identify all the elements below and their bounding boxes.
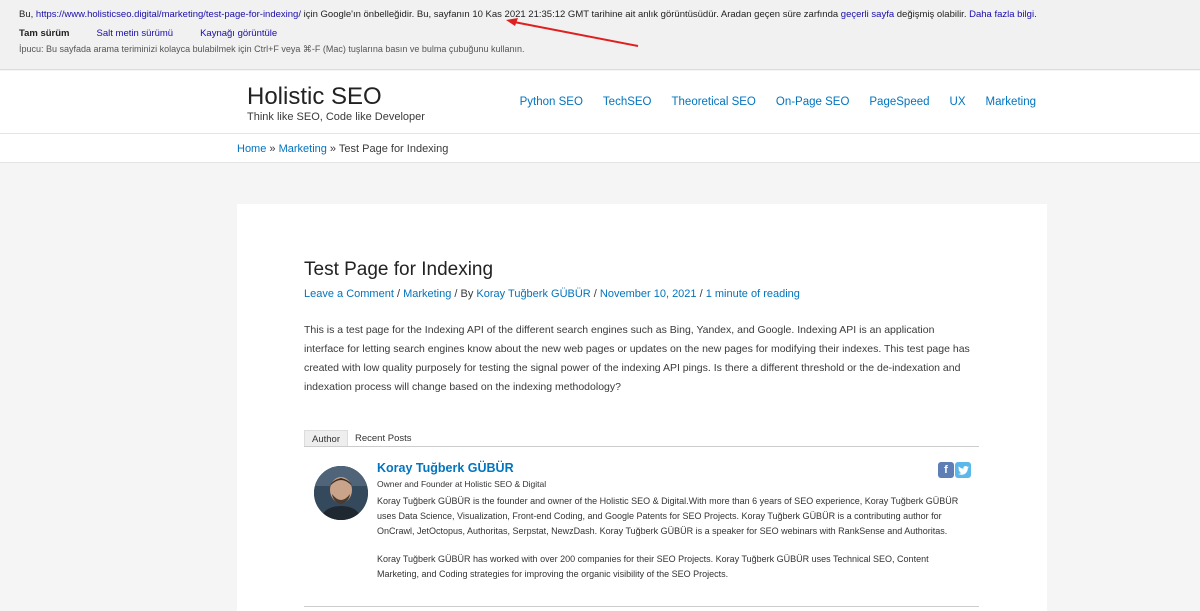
more-info-link[interactable]: Daha fazla bilgi.	[969, 9, 1037, 20]
breadcrumb-current: Test Page for Indexing	[338, 143, 449, 155]
author-bio-paragraph: Koray Tuğberk GÜBÜR is the founder and o…	[377, 496, 959, 536]
nav-item-on-page-seo[interactable]: On-Page SEO	[776, 96, 850, 108]
post-body: This is a test page for the Indexing API…	[304, 324, 970, 393]
tab-recent-posts[interactable]: Recent Posts	[348, 430, 419, 446]
cache-version-tabs: Tam sürüm Salt metin sürümü Kaynağı görü…	[19, 28, 304, 39]
reading-time[interactable]: 1 minute of reading	[706, 288, 800, 300]
breadcrumb-home[interactable]: Home	[237, 143, 266, 155]
breadcrumb-marketing[interactable]: Marketing	[279, 143, 327, 155]
author-bio-paragraph: Koray Tuğberk GÜBÜR has worked with over…	[377, 554, 929, 579]
current-page-link[interactable]: geçerli sayfa	[841, 9, 894, 20]
twitter-bird-icon	[957, 465, 969, 475]
site-tagline: Think like SEO, Code like Developer	[247, 111, 425, 123]
facebook-icon[interactable]: f	[938, 462, 954, 478]
leave-comment-link[interactable]: Leave a Comment	[304, 288, 394, 300]
post-meta: Leave a Comment / Marketing / By Koray T…	[304, 288, 800, 300]
cache-notice-after: değişmiş olabilir.	[894, 9, 970, 20]
cache-banner: Bu, https://www.holisticseo.digital/mark…	[0, 0, 1200, 70]
author-photo-icon	[314, 466, 368, 520]
site-title[interactable]: Holistic SEO	[247, 83, 382, 111]
post-date-link[interactable]: November 10, 2021	[600, 288, 697, 300]
social-links: f	[938, 462, 971, 478]
post-title: Test Page for Indexing	[304, 259, 494, 280]
cached-url-link[interactable]: https://www.holisticseo.digital/marketin…	[36, 9, 301, 20]
meta-separator: /	[696, 288, 706, 300]
main-navigation: Python SEO TechSEO Theoretical SEO On-Pa…	[520, 96, 1036, 108]
nav-item-theoretical-seo[interactable]: Theoretical SEO	[672, 96, 756, 108]
nav-item-pagespeed[interactable]: PageSpeed	[869, 96, 929, 108]
meta-separator: /	[393, 288, 404, 300]
search-tip: İpucu: Bu sayfada arama teriminizi kolay…	[19, 44, 525, 54]
author-role: Owner and Founder at Holistic SEO & Digi…	[377, 479, 547, 489]
author-link[interactable]: Koray Tuğberk GÜBÜR	[476, 288, 590, 300]
breadcrumb-bar: Home » Marketing » Test Page for Indexin…	[0, 134, 1200, 163]
meta-separator: /	[590, 288, 600, 300]
tab-view-source[interactable]: Kaynağı görüntüle	[200, 28, 277, 39]
nav-item-marketing[interactable]: Marketing	[986, 96, 1037, 108]
site-header: Holistic SEO Think like SEO, Code like D…	[0, 71, 1200, 134]
nav-item-techseo[interactable]: TechSEO	[603, 96, 652, 108]
avatar	[314, 466, 368, 520]
tab-full-version[interactable]: Tam sürüm	[19, 28, 70, 39]
author-box-tabs: Author Recent Posts	[304, 430, 979, 447]
divider	[304, 606, 979, 607]
twitter-icon[interactable]	[955, 462, 971, 478]
tab-author[interactable]: Author	[304, 430, 348, 446]
category-link[interactable]: Marketing	[403, 288, 451, 300]
breadcrumb: Home » Marketing » Test Page for Indexin…	[237, 143, 448, 155]
breadcrumb-separator: »	[266, 143, 279, 155]
cache-notice-prefix: Bu,	[19, 9, 36, 20]
author-name[interactable]: Koray Tuğberk GÜBÜR	[377, 461, 514, 475]
annotation-arrow-icon	[506, 18, 639, 47]
nav-item-ux[interactable]: UX	[950, 96, 966, 108]
author-box: Koray Tuğberk GÜBÜR Owner and Founder at…	[304, 458, 979, 608]
breadcrumb-separator: »	[326, 143, 339, 155]
nav-item-python-seo[interactable]: Python SEO	[520, 96, 583, 108]
tab-text-only-version[interactable]: Salt metin sürümü	[97, 28, 174, 39]
author-bio: Koray Tuğberk GÜBÜR is the founder and o…	[377, 494, 967, 582]
article-card: Test Page for Indexing Leave a Comment /…	[237, 204, 1047, 611]
meta-separator: / By	[451, 288, 477, 300]
